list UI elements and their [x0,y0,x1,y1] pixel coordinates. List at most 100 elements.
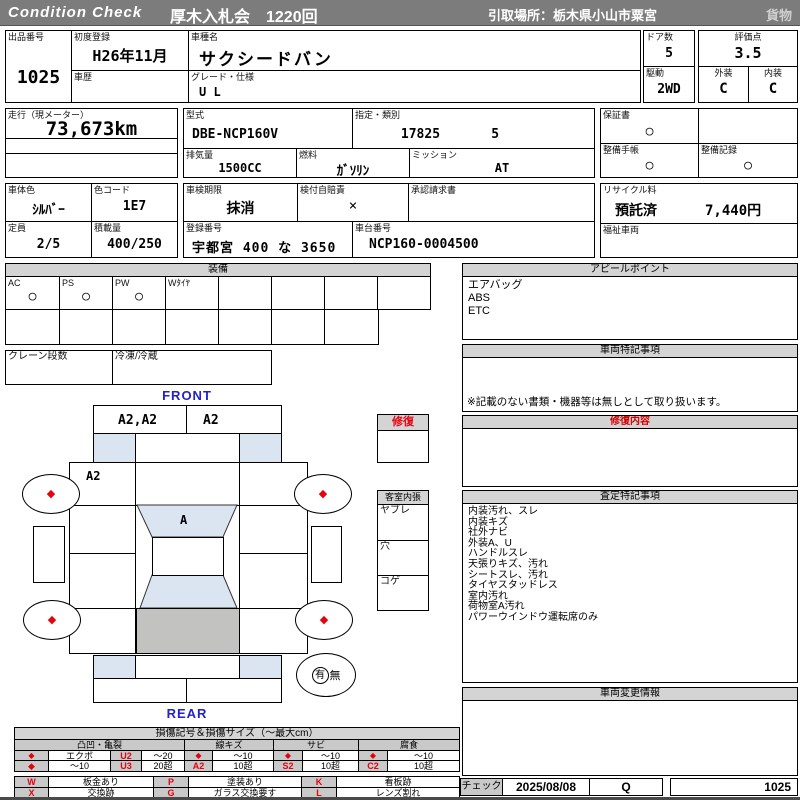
exhibit-number-box: 出品番号 1025 [5,30,72,103]
registration-number-label: 登録番号 [186,223,223,233]
welfare-vehicle-label: 福祉車両 [603,225,640,235]
class-label: 指定・類別 [355,110,401,120]
cabin-lining-hole-label: 穴 [380,541,390,552]
mileage-box: 走行（現メーター） 73,673km [5,108,178,140]
wheel-damage-icon: ◆ [319,613,329,626]
approval-box: 承認請求書 [408,183,595,222]
wheel-rear-left: ◆ [23,600,81,640]
cabin-lining-burn-cell: コゲ [377,575,429,611]
cabin-roof-panel [152,537,224,576]
legend-cell: ～10 [48,760,111,772]
maintenance-record-box: 整備記録 ○ [698,143,798,178]
crane-stages-label: クレーン段数 [8,351,68,362]
approval-label: 承認請求書 [411,185,457,195]
vehicle-change-panel [462,700,798,776]
equipment-cell-empty [218,276,272,310]
interior-grade-box: 内装 C [748,66,798,103]
equipment-ac-mark: ○ [28,289,37,304]
legend-diamond-icon: ◆ [14,760,49,772]
wheel-damage-icon: ◆ [46,487,56,500]
appeal-item: ETC [468,305,490,317]
model-code-label: 型式 [186,110,205,120]
assessment-item: 天張りキズ、汚れ [468,558,548,570]
load-capacity-label: 積載量 [94,223,122,233]
wheel-damage-icon: ◆ [318,487,328,500]
warranty-label: 保証書 [603,110,631,120]
equipment-cell-empty [377,276,431,310]
equipment-cell-empty [165,309,219,345]
windshield-mark: A [180,513,188,527]
condition-check-sheet: Condition Check 厚木入札会 1220回 引取場所：栃木県小山市粟… [0,0,800,800]
recycle-status-value: 預託済 [615,203,657,219]
cargo-area-shaded [136,608,240,654]
grade-box: グレード・仕様 U L [188,70,641,103]
class-sub-value: 5 [491,127,500,142]
equipment-cell-wtire: Wﾀｲﾔ [165,276,219,310]
wheel-front-right: ◆ [294,474,352,514]
side-step-left [33,526,65,583]
recycle-fee-box: リサイクル料 預託済 7,440円 [600,183,798,224]
model-name-label: 車種名 [191,32,219,42]
insurance-mark: × [348,198,358,214]
body-color-label: 車体色 [8,185,36,195]
side-step-right [311,526,342,583]
drive-box: 駆動 2WD [643,66,695,103]
warranty-box: 保証書 ○ [600,108,699,144]
transmission-box: ミッション AT [409,148,595,178]
vehicle-category-badge: 貨物 [765,8,792,23]
insurance-label: 検付自賠責 [300,185,346,195]
legend-cell: 20超 [141,760,185,772]
mileage-extra-box-2 [5,153,178,178]
check-date-cell: 2025/08/08 [502,778,590,796]
body-color-value: ｼﾙﾊﾞｰ [32,203,65,218]
legend-cell: 10超 [387,760,460,772]
exterior-grade-value: C [719,81,728,97]
equipment-pw-mark: ○ [135,289,143,304]
inspection-box: 車検期限 抹消 [183,183,298,222]
maintenance-book-mark: ○ [645,158,654,173]
front-bumper-right-mark: A2 [203,413,219,428]
legend-code-a2: A2 [184,760,213,772]
transmission-label: ミッション [412,150,458,160]
chassis-number-label: 車台番号 [355,223,392,233]
grade-label: グレード・仕様 [191,72,255,82]
model-code-value: DBE-NCP160V [192,127,279,142]
fuel-value: ｶﾞｿﾘﾝ [336,164,370,179]
maintenance-book-box: 整備手帳 ○ [600,143,699,178]
class-box: 指定・類別 17825 5 [352,108,595,149]
spare-yes-circled: 有 [311,666,329,684]
mileage-extra-box-1 [5,138,178,154]
warranty-empty-box [698,108,798,144]
warranty-mark: ○ [645,124,654,139]
inspection-value: 抹消 [226,201,255,217]
equipment-cell-ac: AC ○ [5,276,60,310]
assessment-item: 社外ナビ [468,527,508,539]
maintenance-record-mark: ○ [744,158,752,173]
wheel-front-left: ◆ [22,474,80,514]
doors-label: ドア数 [646,32,674,42]
chassis-number-value: NCP160-0004500 [369,237,479,252]
equipment-wtire-label: Wﾀｲﾔ [168,278,190,288]
front-bumper-right-cell: A2 [186,405,282,434]
assessment-item: パワーウインドウ運転席のみ [468,611,598,623]
vehicle-notes-disclaimer: ※記載のない書類・機器等は無しとして取り扱います。 [467,396,727,408]
check-label-cell: チェック [460,778,503,796]
displacement-label: 排気量 [186,150,214,160]
interior-grade-label: 内装 [763,68,782,78]
front-panel-center [135,433,240,463]
doors-box: ドア数 5 [643,30,695,67]
registration-number-box: 登録番号 宇都宮 400 な 3650 [183,221,353,258]
equipment-cell-ps: PS ○ [59,276,113,310]
equipment-ps-mark: ○ [82,289,90,304]
equipment-section-header: 装備 [5,263,431,277]
front-fender-left [93,433,136,463]
load-capacity-value: 400/250 [107,237,162,252]
front-bumper-left-cell: A2,A2 [93,405,187,434]
vehicle-history-box: 車歴 [71,70,189,103]
assessment-item: 内装汚れ、スレ [468,506,539,517]
equipment-cell-empty [271,276,325,310]
rear-bumper-right-cell [186,678,282,703]
vehicle-history-label: 車歴 [74,72,93,82]
legend-cell: 10超 [302,760,359,772]
assessment-notes-panel: 内装汚れ、スレ 内装キズ 社外ナビ 外装A、U ハンドルスレ 天張りキズ、汚れ … [462,503,798,683]
